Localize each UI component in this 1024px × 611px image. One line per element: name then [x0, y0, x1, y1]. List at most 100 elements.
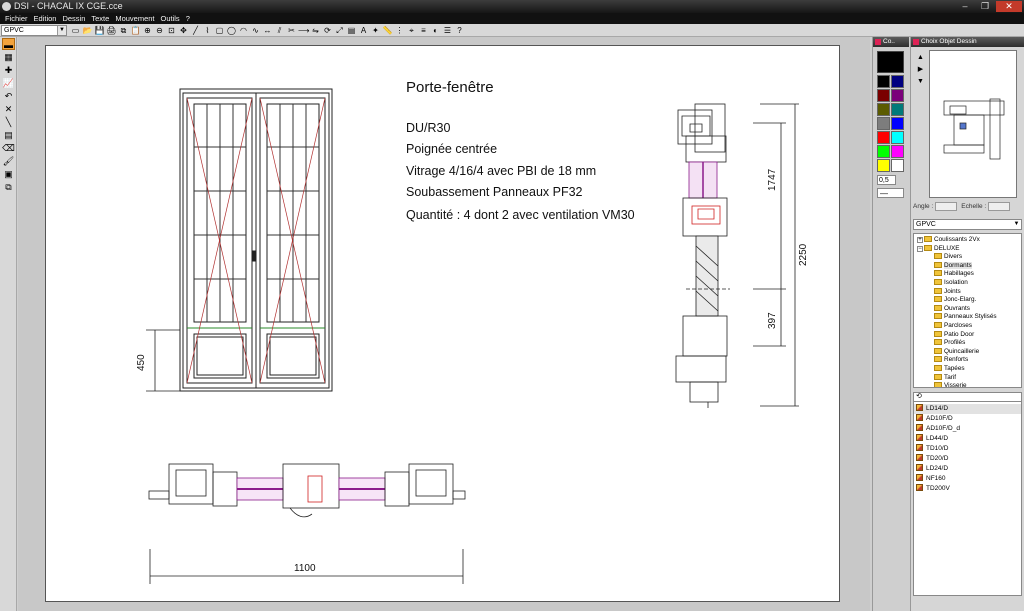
offset-icon[interactable]: ⫽: [274, 25, 285, 36]
arrow-up-icon[interactable]: ▲: [915, 53, 926, 63]
tree-item[interactable]: Dormants: [914, 261, 1021, 271]
angle-field[interactable]: [935, 202, 958, 211]
list-item[interactable]: LD24/D: [914, 464, 1021, 474]
paste-icon[interactable]: 📋: [130, 25, 141, 36]
extend-icon[interactable]: ⟶: [298, 25, 309, 36]
color-swatch[interactable]: [891, 131, 904, 144]
color-swatch[interactable]: [891, 159, 904, 172]
line-tool-icon[interactable]: ╲: [2, 116, 15, 128]
drawing-sheet[interactable]: Porte-fenêtre DU/R30 Poignée centrée Vit…: [45, 45, 840, 602]
tree-item[interactable]: Profilés: [914, 339, 1021, 348]
help-icon[interactable]: ?: [454, 25, 465, 36]
list-item[interactable]: AD10F/D_d: [914, 424, 1021, 434]
tree-item[interactable]: Habillages: [914, 270, 1021, 279]
menu-dessin[interactable]: Dessin: [59, 13, 88, 24]
layer-icon[interactable]: ≡: [418, 25, 429, 36]
menu-texte[interactable]: Texte: [88, 13, 112, 24]
grid-icon[interactable]: ⋮: [394, 25, 405, 36]
text-icon[interactable]: A: [358, 25, 369, 36]
pan-icon[interactable]: ✥: [178, 25, 189, 36]
zoom-in-icon[interactable]: ⊕: [142, 25, 153, 36]
tree-item[interactable]: − DELUXE: [914, 244, 1021, 254]
tree-item[interactable]: Renforts: [914, 356, 1021, 365]
layer-tool-icon[interactable]: ▦: [2, 51, 15, 63]
zoom-out-icon[interactable]: ⊖: [154, 25, 165, 36]
refresh-icon[interactable]: ⟲: [916, 393, 922, 400]
arrow-down-icon[interactable]: ▼: [915, 77, 926, 87]
color-swatch[interactable]: [891, 145, 904, 158]
rectangle-icon[interactable]: ▢: [214, 25, 225, 36]
color-swatch[interactable]: [877, 103, 890, 116]
collapse-icon[interactable]: −: [917, 245, 923, 252]
color-swatch[interactable]: [877, 75, 890, 88]
group-tool-icon[interactable]: ⧉: [2, 181, 15, 193]
category-select[interactable]: GPVC ▼: [913, 219, 1022, 230]
line-icon[interactable]: ╱: [190, 25, 201, 36]
dimension-icon[interactable]: ↔: [262, 25, 273, 36]
menu-mouvement[interactable]: Mouvement: [112, 13, 157, 24]
list-item[interactable]: TD20/D: [914, 454, 1021, 464]
symbol-icon[interactable]: ✦: [370, 25, 381, 36]
scale-icon[interactable]: ⤢: [334, 25, 345, 36]
chart-tool-icon[interactable]: 📈: [2, 77, 15, 89]
close-button[interactable]: ✕: [996, 1, 1022, 12]
color-swatch[interactable]: [877, 89, 890, 102]
tree-item[interactable]: Joints: [914, 287, 1021, 297]
trim-icon[interactable]: ✂: [286, 25, 297, 36]
rotate-icon[interactable]: ⟳: [322, 25, 333, 36]
tree-item[interactable]: Quincaillerie: [914, 347, 1021, 357]
brush-tool-icon[interactable]: 🖌: [2, 155, 15, 167]
list-item[interactable]: AD10F/D: [914, 414, 1021, 424]
add-tool-icon[interactable]: ✚: [2, 64, 15, 76]
new-icon[interactable]: ▭: [70, 25, 81, 36]
line-width-field[interactable]: 0,5: [877, 175, 896, 185]
tree-item[interactable]: + Coulissants 2Vx: [914, 236, 1021, 245]
drawing-area[interactable]: Porte-fenêtre DU/R30 Poignée centrée Vit…: [18, 37, 870, 611]
tree-item[interactable]: Parcloses: [914, 321, 1021, 331]
color-swatch[interactable]: [891, 75, 904, 88]
scale-field[interactable]: [988, 202, 1011, 211]
mirror-icon[interactable]: ⇋: [310, 25, 321, 36]
circle-icon[interactable]: ◯: [226, 25, 237, 36]
color-icon[interactable]: ◐: [430, 25, 441, 36]
list-item[interactable]: TD10/D: [914, 444, 1021, 454]
color-swatch[interactable]: [891, 117, 904, 130]
list-item[interactable]: LD44/D: [914, 434, 1021, 444]
expand-icon[interactable]: +: [917, 237, 923, 243]
arrow-right-icon[interactable]: ▶: [915, 65, 926, 75]
tree-item[interactable]: Divers: [914, 253, 1021, 262]
tree-item[interactable]: Patio Door: [914, 330, 1021, 340]
delete-tool-icon[interactable]: ✕: [2, 103, 15, 115]
menu-help[interactable]: ?: [183, 13, 193, 24]
tree-item[interactable]: Panneaux Stylisés: [914, 313, 1021, 322]
tree-item[interactable]: Tarif: [914, 373, 1021, 383]
tree-item[interactable]: Isolation: [914, 278, 1021, 288]
color-swatch[interactable]: [891, 89, 904, 102]
undo-tool-icon[interactable]: ↶: [2, 90, 15, 102]
erase-tool-icon[interactable]: ⌫: [2, 142, 15, 154]
save-icon[interactable]: 💾: [94, 25, 105, 36]
zoom-window-icon[interactable]: ⊡: [166, 25, 177, 36]
color-swatch[interactable]: [891, 103, 904, 116]
color-swatch[interactable]: [877, 159, 890, 172]
color-swatch[interactable]: [877, 145, 890, 158]
menu-fichier[interactable]: Fichier: [2, 13, 31, 24]
tree-item[interactable]: Ouvrants: [914, 304, 1021, 314]
line-style-select[interactable]: —: [877, 188, 904, 198]
menu-outils[interactable]: Outils: [158, 13, 183, 24]
hatch-icon[interactable]: ▤: [346, 25, 357, 36]
tree-item[interactable]: Tapées: [914, 364, 1021, 374]
properties-icon[interactable]: ☰: [442, 25, 453, 36]
hatch-tool-icon[interactable]: ▤: [2, 129, 15, 141]
profile-select[interactable]: GPVC ▼: [1, 24, 67, 36]
curve-icon[interactable]: ∿: [250, 25, 261, 36]
list-item[interactable]: LD14/D: [914, 404, 1021, 414]
maximize-button[interactable]: ❐: [976, 1, 994, 12]
list-item[interactable]: NF160: [914, 474, 1021, 484]
arc-icon[interactable]: ◠: [238, 25, 249, 36]
snap-icon[interactable]: ⌖: [406, 25, 417, 36]
tree-item[interactable]: Visserie: [914, 382, 1021, 387]
measure-icon[interactable]: 📏: [382, 25, 393, 36]
color-swatch[interactable]: [877, 117, 890, 130]
current-color-swatch[interactable]: [877, 51, 904, 73]
